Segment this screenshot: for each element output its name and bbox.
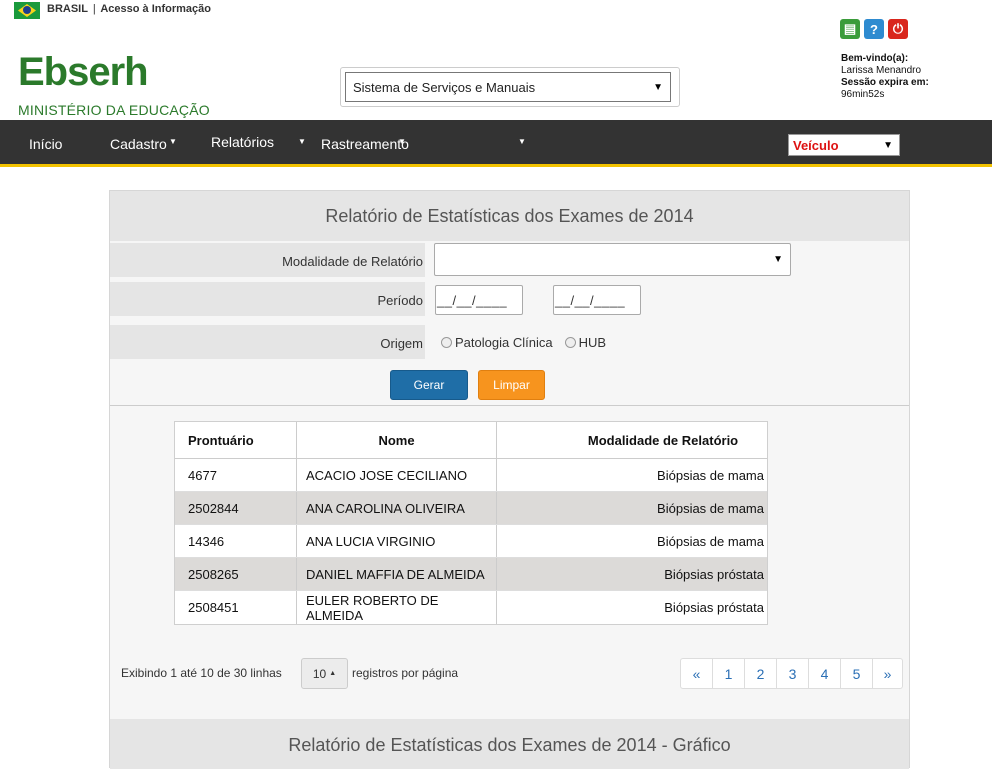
showing-info: Exibindo 1 até 10 de 30 linhas [121,666,282,680]
form-row-modalidade: Modalidade de Relatório [110,243,425,277]
table-row[interactable]: 2508265 DANIEL MAFFIA DE ALMEIDA Biópsia… [175,558,767,591]
page-size-value: 10 [312,666,327,681]
system-select-container: Sistema de Serviços e Manuais ▼ [340,67,680,107]
access-info-link[interactable]: Acesso à Informação [100,3,211,15]
page-next[interactable]: » [873,659,902,688]
chevron-down-icon: ▼ [298,137,306,146]
periodo-label: Período [377,293,423,308]
cell-nome: DANIEL MAFFIA DE ALMEIDA [297,558,497,590]
system-select-value: Sistema de Serviços e Manuais [353,80,536,95]
caret-up-icon: ▲ [329,670,337,677]
results-table: Prontuário Nome Modalidade de Relatório … [174,421,768,625]
user-info: Bem-vindo(a): Larissa Menandro Sessão ex… [841,53,929,101]
chevron-down-icon: ▼ [398,137,406,146]
help-icon[interactable]: ? [864,19,884,39]
chevron-down-icon: ▼ [169,137,177,146]
ebserh-logo[interactable]: Ebserh [18,50,149,95]
origem-label: Origem [380,336,423,351]
nav-item-cadastro[interactable]: Cadastro [110,136,167,152]
report-panel: Relatório de Estatísticas dos Exames de … [109,190,910,769]
column-header-nome[interactable]: Nome [297,422,497,458]
session-label: Sessão expira em: [841,77,929,88]
page-4[interactable]: 4 [809,659,841,688]
cell-nome: ANA LUCIA VIRGINIO [297,525,497,557]
form-row-periodo: Período [110,282,425,316]
system-select[interactable]: Sistema de Serviços e Manuais ▼ [345,72,671,102]
table-row[interactable]: 2508451 EULER ROBERTO DE ALMEIDA Biópsia… [175,591,767,624]
radio-hub-label[interactable]: HUB [579,335,606,350]
divider [110,405,909,406]
column-header-modalidade[interactable]: Modalidade de Relatório [497,422,767,458]
report-title: Relatório de Estatísticas dos Exames de … [110,191,909,241]
brazil-flag-icon [14,2,40,19]
cell-modalidade: Biópsias próstata [664,566,764,582]
page-prev[interactable]: « [681,659,713,688]
date-start-input[interactable]: __/__/____ [435,285,523,315]
select-caret-icon: ▼ [773,254,783,265]
page-3[interactable]: 3 [777,659,809,688]
user-name: Larissa Menandro [841,65,922,76]
radio-patologia[interactable] [441,337,452,348]
page-1[interactable]: 1 [713,659,745,688]
select-caret-icon: ▼ [883,140,893,151]
origem-radio-group: Patologia Clínica HUB [441,335,618,350]
cell-modalidade: Biópsias próstata [664,600,764,615]
cell-prontuario: 14346 [175,525,297,557]
form-row-origem: Origem [110,325,425,359]
cell-modalidade: Biópsias de mama [657,533,764,549]
cell-nome: EULER ROBERTO DE ALMEIDA [297,591,497,624]
session-time: 96min52s [841,89,885,100]
ministry-label: MINISTÉRIO DA EDUCAÇÃO [18,102,210,118]
radio-hub[interactable] [564,337,576,348]
table-header: Prontuário Nome Modalidade de Relatório [175,422,767,459]
welcome-label: Bem-vindo(a): [841,53,909,64]
cell-nome: ANA CAROLINA OLIVEIRA [297,492,497,524]
table-row[interactable]: 14346 ANA LUCIA VIRGINIO Biópsias de mam… [175,525,767,558]
chart-section-title: Relatório de Estatísticas dos Exames de … [110,719,909,769]
cell-prontuario: 2502844 [175,492,297,524]
cell-modalidade: Biópsias de mama [657,467,764,483]
modalidade-label: Modalidade de Relatório [282,254,423,269]
table-row[interactable]: 2502844 ANA CAROLINA OLIVEIRA Biópsias d… [175,492,767,525]
cell-nome: ACACIO JOSE CECILIANO [297,459,497,491]
date-end-input[interactable]: __/__/____ [553,285,641,315]
gov-country-link[interactable]: BRASIL [47,3,88,15]
printer-icon[interactable]: ▤ [840,19,860,39]
gov-separator: | [92,3,96,15]
radio-patologia-label[interactable]: Patologia Clínica [455,335,553,350]
chevron-down-icon[interactable]: ▼ [518,137,526,146]
nav-item-relatorios[interactable]: Relatórios [211,134,274,150]
table-row[interactable]: 4677 ACACIO JOSE CECILIANO Biópsias de m… [175,459,767,492]
top-toolbar: ▤ ? ⏻ [840,19,908,39]
gov-bar: BRASIL | Acesso à Informação [0,0,992,20]
cell-prontuario: 2508265 [175,558,297,590]
select-caret-icon: ▼ [653,82,663,93]
column-header-prontuario[interactable]: Prontuário [175,422,297,458]
power-icon[interactable]: ⏻ [888,19,908,39]
nav-item-rastreamento[interactable]: Rastreamento [321,136,409,152]
nav-item-inicio[interactable]: Início [29,136,62,152]
vehicle-select[interactable]: Veículo ▼ [788,134,900,156]
cell-prontuario: 2508451 [175,591,297,624]
page-size-dropdown[interactable]: 10 ▲ [301,658,348,689]
cell-prontuario: 4677 [175,459,297,491]
limpar-button[interactable]: Limpar [478,370,545,400]
gerar-button[interactable]: Gerar [390,370,468,400]
cell-modalidade: Biópsias de mama [657,500,764,516]
vehicle-select-value: Veículo [793,138,839,153]
page-5[interactable]: 5 [841,659,873,688]
per-page-label: registros por página [352,666,459,680]
main-navbar: Início Cadastro ▼ Relatórios ▼ Rastreame… [0,120,992,167]
modalidade-select[interactable]: ▼ [434,243,791,276]
page-2[interactable]: 2 [745,659,777,688]
pagination: « 1 2 3 4 5 » [680,658,903,689]
